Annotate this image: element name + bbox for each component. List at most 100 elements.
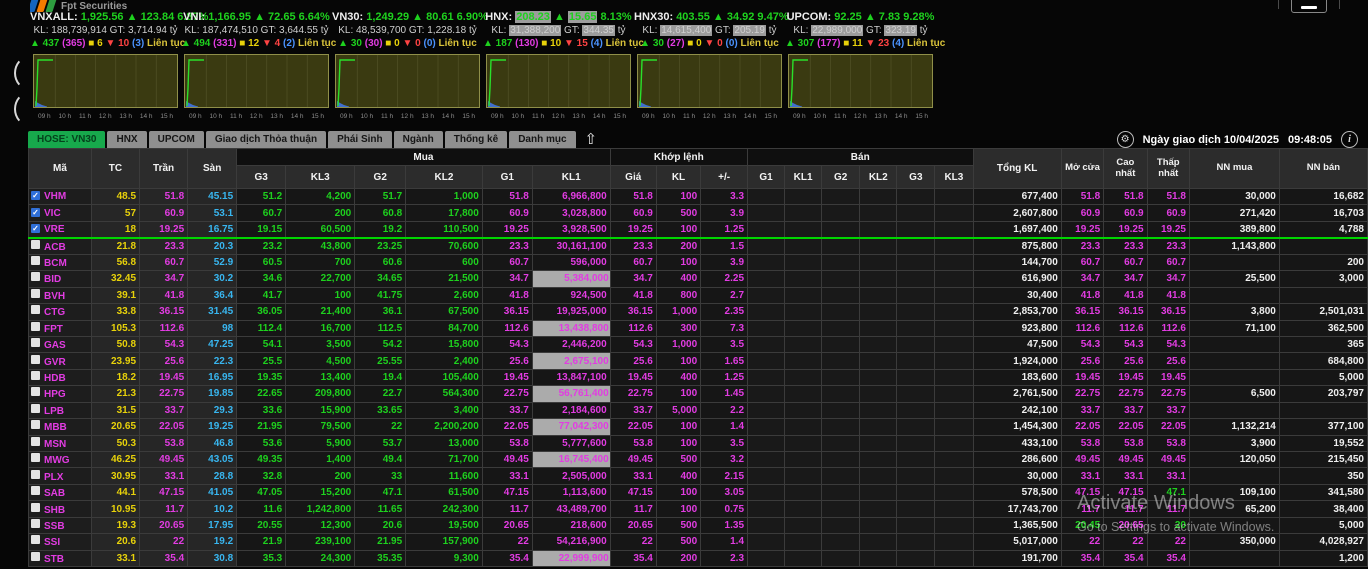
symbol-cell[interactable]: SHB	[29, 501, 92, 517]
row-checkbox[interactable]	[31, 503, 40, 512]
bid-price-3: 20.55	[237, 517, 286, 533]
symbol-cell[interactable]: BID	[29, 271, 92, 287]
symbol-cell[interactable]: PLX	[29, 468, 92, 484]
col-header-ask-g2[interactable]: G2	[822, 166, 860, 189]
row-checkbox[interactable]	[31, 519, 40, 528]
row-checkbox[interactable]	[31, 552, 40, 561]
symbol-cell[interactable]: ✓VRE	[29, 221, 92, 237]
col-header-open[interactable]: Mở cửa	[1061, 149, 1103, 189]
col-header-bid-kl3[interactable]: KL3	[286, 166, 355, 189]
symbol-cell[interactable]: SSI	[29, 534, 92, 550]
tab-giao-d-ch-th-a-thu-n[interactable]: Giao dịch Thỏa thuận	[206, 131, 326, 149]
col-header-bid-kl1[interactable]: KL1	[532, 166, 610, 189]
index-intraday-chart[interactable]: 09 h10 h11 h12 h13 h14 h15 h	[181, 54, 332, 120]
row-checkbox[interactable]	[31, 470, 40, 479]
row-checkbox[interactable]	[31, 338, 40, 347]
ask-cell-empty	[784, 353, 821, 369]
tab-hnx[interactable]: HNX	[107, 131, 146, 149]
col-header-floor[interactable]: Sàn	[188, 149, 237, 189]
row-checkbox[interactable]	[31, 355, 40, 364]
index-block[interactable]: VNXALL: 1,925.56 ▲ 123.84 6.87%KL: 188,7…	[30, 11, 181, 50]
index-intraday-chart[interactable]: 09 h10 h11 h12 h13 h14 h15 h	[30, 54, 181, 120]
symbol-cell[interactable]: FPT	[29, 320, 92, 336]
symbol-cell[interactable]: ✓VHM	[29, 189, 92, 205]
index-block[interactable]: HNX30: 403.55 ▲ 34.92 9.47%KL: 14,615,40…	[634, 11, 785, 50]
gear-icon[interactable]: ⚙	[1117, 131, 1134, 148]
col-header-match-change[interactable]: +/-	[701, 166, 748, 189]
symbol-cell[interactable]: LPB	[29, 402, 92, 418]
col-header-match-vol[interactable]: KL	[656, 166, 700, 189]
tab-ph-i-sinh[interactable]: Phái Sinh	[328, 131, 392, 149]
col-header-bid-g1[interactable]: G1	[482, 166, 532, 189]
info-icon[interactable]: i	[1341, 131, 1358, 148]
up-arrow-icon[interactable]: ⇧	[585, 132, 598, 147]
index-intraday-chart[interactable]: 09 h10 h11 h12 h13 h14 h15 h	[634, 54, 785, 120]
symbol-cell[interactable]: MBB	[29, 419, 92, 435]
row-checkbox[interactable]	[31, 437, 40, 446]
row-checkbox[interactable]	[31, 387, 40, 396]
symbol-cell[interactable]: ACB	[29, 238, 92, 254]
row-checkbox[interactable]	[31, 305, 40, 314]
axis-tick-label: 11 h	[532, 113, 544, 120]
index-intraday-chart[interactable]: 09 h10 h11 h12 h13 h14 h15 h	[785, 54, 936, 120]
index-block[interactable]: VNI: 1,166.95 ▲ 72.65 6.64%KL: 187,474,5…	[181, 11, 332, 50]
col-header-ask-kl1[interactable]: KL1	[784, 166, 821, 189]
symbol-cell[interactable]: MWG	[29, 452, 92, 468]
col-header-match-price[interactable]: Giá	[610, 166, 656, 189]
row-checkbox[interactable]	[31, 404, 40, 413]
col-header-ceiling[interactable]: Trần	[140, 149, 188, 189]
col-header-low[interactable]: Thấp nhất	[1147, 149, 1189, 189]
symbol-cell[interactable]: BVH	[29, 287, 92, 303]
tab-hose-vn30[interactable]: HOSE: VN30	[28, 131, 105, 149]
row-checkbox[interactable]	[31, 272, 40, 281]
col-header-high[interactable]: Cao nhất	[1104, 149, 1147, 189]
col-header-ref[interactable]: TC	[91, 149, 139, 189]
row-checkbox[interactable]	[31, 240, 40, 249]
col-header-foreign-sell[interactable]: NN bán	[1279, 149, 1367, 189]
col-header-ask-kl2[interactable]: KL2	[860, 166, 897, 189]
index-block[interactable]: VN30: 1,249.29 ▲ 80.61 6.90%KL: 48,539,7…	[332, 11, 483, 50]
low-price: 54.3	[1147, 336, 1189, 352]
row-checkbox[interactable]: ✓	[31, 191, 40, 200]
symbol-cell[interactable]: GVR	[29, 353, 92, 369]
tab-danh-m-c[interactable]: Danh mục	[509, 131, 575, 149]
index-intraday-chart[interactable]: 09 h10 h11 h12 h13 h14 h15 h	[483, 54, 634, 120]
symbol-cell[interactable]: HPG	[29, 386, 92, 402]
bid-price-2: 36.1	[355, 304, 406, 320]
symbol-cell[interactable]: STB	[29, 550, 92, 566]
tab-ng-nh[interactable]: Ngành	[394, 131, 443, 149]
row-checkbox[interactable]	[31, 486, 40, 495]
row-checkbox[interactable]	[31, 420, 40, 429]
row-checkbox[interactable]: ✓	[31, 224, 40, 233]
row-checkbox[interactable]	[31, 289, 40, 298]
index-block[interactable]: HNX: 208.23 ▲ 15.65 8.13%KL: 31,388,200 …	[483, 11, 634, 50]
row-checkbox[interactable]	[31, 535, 40, 544]
symbol-cell[interactable]: BCM	[29, 254, 92, 270]
tab-upcom[interactable]: UPCOM	[149, 131, 204, 149]
index-block[interactable]: UPCOM: 92.25 ▲ 7.83 9.28%KL: 22,989,000 …	[785, 11, 936, 50]
symbol-cell[interactable]: ✓VIC	[29, 205, 92, 221]
menu-icon[interactable]	[1291, 0, 1327, 13]
col-header-bid-g3[interactable]: G3	[237, 166, 286, 189]
col-header-ask-g3[interactable]: G3	[897, 166, 935, 189]
index-intraday-chart[interactable]: 09 h10 h11 h12 h13 h14 h15 h	[332, 54, 483, 120]
tab-th-ng-k-[interactable]: Thống kê	[445, 131, 507, 149]
col-header-ask-kl3[interactable]: KL3	[935, 166, 973, 189]
symbol-cell[interactable]: MSN	[29, 435, 92, 451]
row-checkbox[interactable]	[31, 256, 40, 265]
col-header-total-vol[interactable]: Tổng KL	[973, 149, 1061, 189]
row-checkbox[interactable]: ✓	[31, 208, 40, 217]
symbol-cell[interactable]: SSB	[29, 517, 92, 533]
symbol-cell[interactable]: GAS	[29, 336, 92, 352]
col-header-bid-g2[interactable]: G2	[355, 166, 406, 189]
row-checkbox[interactable]	[31, 371, 40, 380]
symbol-cell[interactable]: SAB	[29, 484, 92, 500]
col-header-foreign-buy[interactable]: NN mua	[1189, 149, 1279, 189]
col-header-ask-g1[interactable]: G1	[748, 166, 785, 189]
col-header-bid-kl2[interactable]: KL2	[406, 166, 483, 189]
row-checkbox[interactable]	[31, 453, 40, 462]
col-header-symbol[interactable]: Mã	[29, 149, 92, 189]
symbol-cell[interactable]: HDB	[29, 369, 92, 385]
symbol-cell[interactable]: CTG	[29, 304, 92, 320]
row-checkbox[interactable]	[31, 322, 40, 331]
